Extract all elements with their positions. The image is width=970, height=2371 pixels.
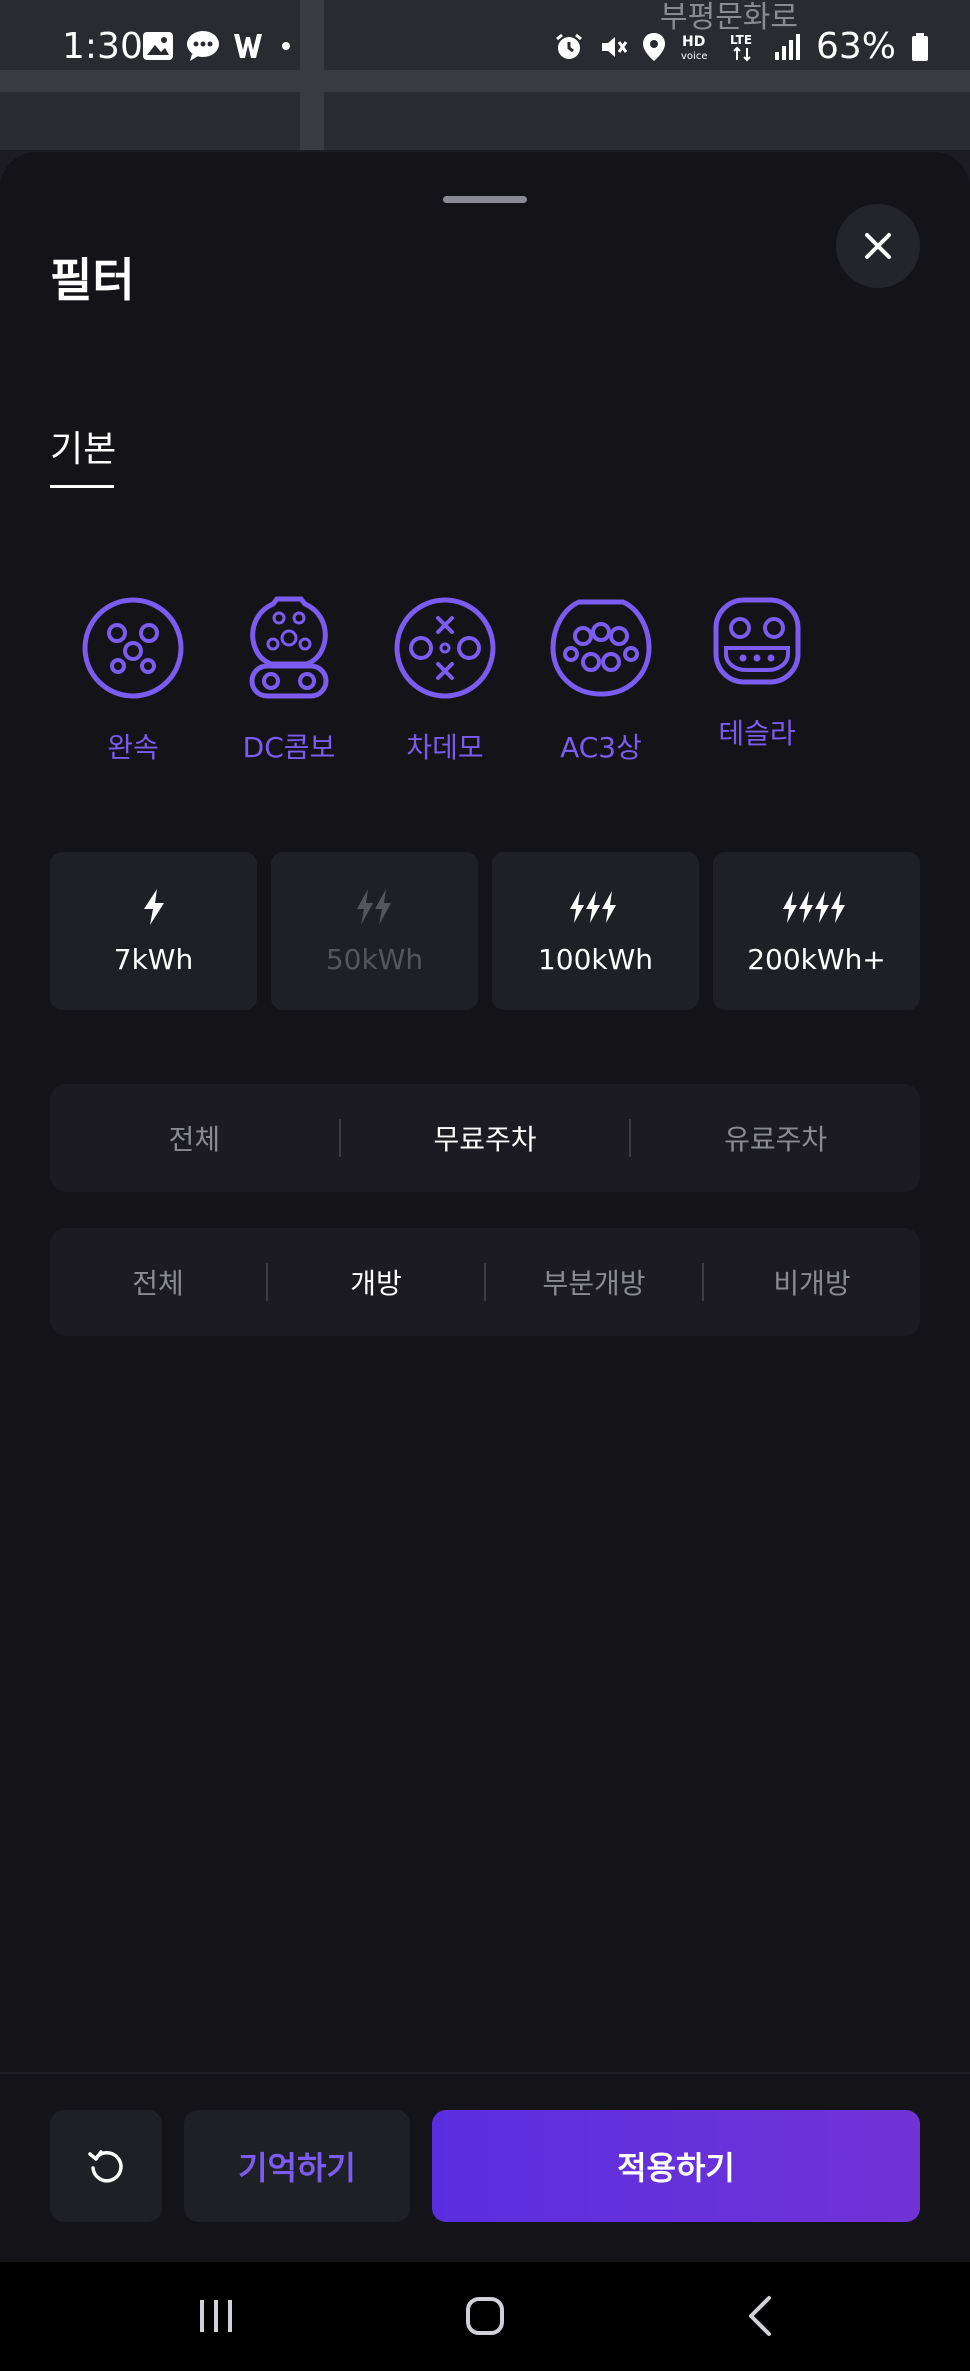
- double-bolt-icon: [356, 888, 391, 925]
- status-bar: 부평문화로 1:30 HD voice LTE 63%: [0, 0, 970, 150]
- status-left-icons: [142, 30, 296, 62]
- connector-label: 완속: [107, 731, 159, 764]
- bolt-icon: [143, 888, 164, 925]
- drag-handle[interactable]: [443, 196, 527, 203]
- access-option-partial[interactable]: 부분개방: [486, 1262, 702, 1302]
- tab-underline: [50, 485, 114, 488]
- triple-bolt-icon: [569, 890, 616, 923]
- home-button[interactable]: [462, 2290, 508, 2342]
- hd-voice-icon: HDvoice: [681, 34, 707, 62]
- power-label: 7kWh: [113, 942, 194, 976]
- recents-button[interactable]: [194, 2290, 238, 2342]
- reset-button[interactable]: [50, 2110, 162, 2222]
- connector-tesla[interactable]: 테슬라: [682, 596, 832, 752]
- tesla-icon: [713, 597, 801, 685]
- refresh-icon: [88, 2150, 123, 2183]
- svg-text:HD: HD: [682, 34, 705, 50]
- signal-icon: [774, 33, 800, 60]
- battery-icon: [912, 32, 928, 61]
- power-card-100kwh[interactable]: 100kWh: [492, 852, 699, 1010]
- access-option-open[interactable]: 개방: [268, 1262, 484, 1302]
- lte-icon: LTE: [730, 33, 752, 61]
- status-right-icons: HD voice LTE 63%: [554, 26, 930, 67]
- back-icon: [749, 2296, 771, 2336]
- svg-text:LTE: LTE: [730, 33, 752, 47]
- access-option-all[interactable]: 전체: [50, 1262, 266, 1302]
- parking-option-paid[interactable]: 유료주차: [631, 1118, 920, 1158]
- w-icon: [234, 34, 262, 58]
- access-option-closed[interactable]: 비개방: [704, 1262, 920, 1302]
- close-button[interactable]: [836, 204, 920, 288]
- slow-charger-icon: [82, 597, 184, 699]
- recents-icon: [200, 2300, 232, 2332]
- connector-slow[interactable]: 완속: [58, 596, 208, 766]
- home-icon: [466, 2297, 504, 2335]
- back-button[interactable]: [738, 2290, 782, 2342]
- mute-icon: [601, 36, 628, 57]
- connector-label: 차데모: [406, 731, 484, 764]
- bottom-divider: [0, 2072, 970, 2074]
- map-road: [300, 0, 324, 150]
- dc-combo-icon: [249, 596, 329, 699]
- quad-bolt-icon: [782, 890, 845, 923]
- location-icon: [642, 32, 665, 61]
- status-time: 1:30: [62, 26, 143, 67]
- connector-label: DC콤보: [242, 731, 336, 764]
- navigation-bar: [0, 2262, 970, 2371]
- power-card-200kwh[interactable]: 200kWh+: [713, 852, 920, 1010]
- parking-filter: 전체 무료주차 유료주차: [50, 1084, 920, 1192]
- remember-button[interactable]: 기억하기: [184, 2110, 410, 2222]
- power-card-50kwh[interactable]: 50kWh: [271, 852, 478, 1010]
- tab-basic[interactable]: 기본: [50, 420, 116, 490]
- power-label: 100kWh: [537, 942, 654, 976]
- connector-label: 테슬라: [718, 717, 796, 750]
- image-icon: [143, 32, 173, 60]
- connector-dc-combo[interactable]: DC콤보: [214, 596, 364, 766]
- filter-sheet: 필터 기본 완속 DC콤보 차데모 AC3상 테슬라 7kWh 50kWh 10…: [0, 152, 970, 2262]
- power-label: 50kWh: [325, 942, 424, 976]
- alarm-icon: [556, 33, 582, 59]
- close-icon: [865, 233, 891, 259]
- access-filter: 전체 개방 부분개방 비개방: [50, 1228, 920, 1336]
- apply-button[interactable]: 적용하기: [432, 2110, 920, 2222]
- page-title: 필터: [50, 253, 135, 307]
- parking-option-all[interactable]: 전체: [50, 1118, 339, 1158]
- map-road: [0, 70, 970, 92]
- connector-label: AC3상: [560, 731, 642, 764]
- chademo-icon: [394, 597, 496, 699]
- connector-ac3[interactable]: AC3상: [526, 596, 676, 766]
- connector-chademo[interactable]: 차데모: [370, 596, 520, 766]
- battery-percent: 63%: [815, 26, 896, 67]
- ac3-icon: [550, 599, 652, 697]
- svg-text:voice: voice: [681, 51, 707, 62]
- power-card-7kwh[interactable]: 7kWh: [50, 852, 257, 1010]
- dot-icon: [282, 42, 290, 50]
- chat-icon: [187, 31, 219, 61]
- parking-option-free[interactable]: 무료주차: [341, 1118, 630, 1158]
- power-label: 200kWh+: [747, 942, 886, 976]
